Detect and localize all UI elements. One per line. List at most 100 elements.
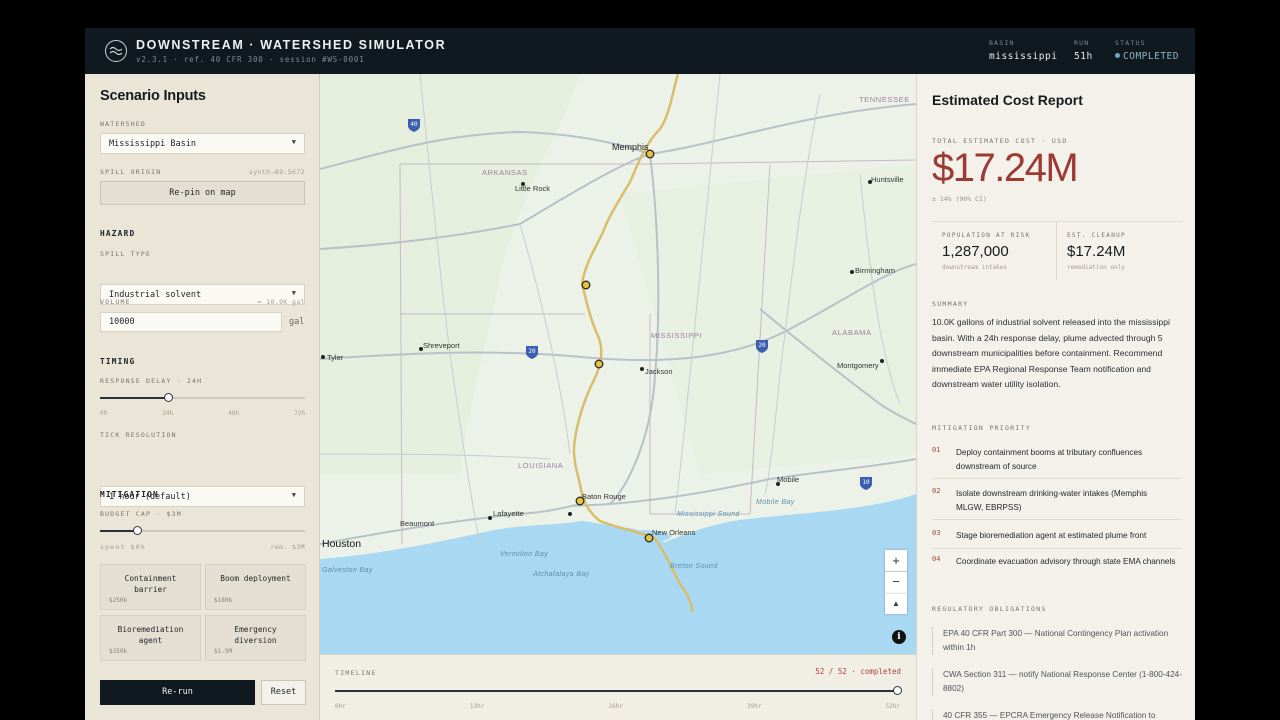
info-icon[interactable]: i: [892, 630, 906, 644]
repin-button[interactable]: Re-pin on map: [100, 181, 305, 205]
tick-label: 48h: [228, 410, 240, 417]
priority-number: 01: [932, 446, 941, 454]
timeline-panel: TIMELINE 52 / 52 · completed 0hr 13hr 26…: [320, 654, 916, 720]
city-label: Mobile: [777, 475, 800, 484]
state-label: TENNESSEE: [859, 95, 910, 104]
measure-price: $350k: [109, 648, 128, 655]
mitigation-priority-label: MITIGATION PRIORITY: [932, 424, 1032, 432]
timeline-scrubber[interactable]: [335, 686, 902, 695]
total-cost-value: $17.24M: [932, 146, 1079, 190]
plume-marker[interactable]: [594, 359, 604, 369]
app-window: DOWNSTREAM · WATERSHED SIMULATOR v2.3.1 …: [85, 28, 1195, 720]
measure-card[interactable]: Emergency diversion $1.5M: [205, 615, 306, 661]
measure-name: Boom deployment: [220, 574, 291, 583]
mitigation-section-title: MITIGATION: [100, 490, 159, 499]
panel-title: Scenario Inputs: [100, 88, 206, 104]
run-stat-value: 51h: [1074, 51, 1093, 62]
status-badge: COMPLETED: [1115, 51, 1179, 62]
city-label: Baton Rouge: [582, 492, 626, 501]
app-subtitle: v2.3.1 · ref. 40 CFR 300 · session #WS-0…: [136, 55, 365, 64]
plume-marker[interactable]: [581, 280, 591, 290]
population-value: 1,287,000: [942, 243, 1009, 260]
priority-number: 02: [932, 487, 941, 495]
city-label: Memphis: [612, 142, 649, 152]
summary-label: SUMMARY: [932, 300, 969, 308]
timeline-fill: [335, 690, 897, 692]
city-label: New Orleans: [652, 528, 696, 537]
highway-20-label: 20: [528, 348, 536, 355]
budget-cap-slider[interactable]: [100, 526, 305, 535]
response-delay-fill: [100, 397, 169, 399]
city-label: Montgomery: [837, 361, 879, 370]
tick-label: 24h: [162, 410, 174, 417]
budget-remaining: rem. $3M: [270, 543, 305, 551]
measure-card[interactable]: Boom deployment $180k: [205, 564, 306, 610]
chevron-down-icon: ▼: [291, 138, 296, 146]
budget-spent-row: spent $0k rem. $3M: [100, 543, 305, 551]
city-label: Shreveport: [423, 341, 460, 350]
basin-stat: BASIN mississippi: [989, 39, 1057, 62]
highway-10-label: 10: [862, 479, 870, 486]
map-view[interactable]: 40 20 20 10 TENNESSEE ARKANSAS MISSISSIP…: [320, 74, 916, 654]
measure-name: Bioremediation agent: [117, 625, 184, 645]
confidence-interval: ± 14% (90% CI): [932, 195, 987, 203]
budget-cap-handle[interactable]: [132, 526, 142, 535]
city-label: Birmingham: [855, 266, 896, 275]
volume-label-text: VOLUME: [100, 298, 131, 306]
budget-spent: spent $0k: [100, 543, 147, 551]
app-title: DOWNSTREAM · WATERSHED SIMULATOR: [136, 38, 447, 52]
measure-price: $250k: [109, 597, 128, 604]
app-header: DOWNSTREAM · WATERSHED SIMULATOR v2.3.1 …: [85, 28, 1195, 74]
highway-20-label: 20: [758, 342, 766, 349]
summary-text: 10.0K gallons of industrial solvent rele…: [932, 317, 1170, 389]
measure-name: Emergency diversion: [234, 625, 277, 645]
tick-resolution-label: TICK RESOLUTION: [100, 431, 177, 439]
measure-name: Containment barrier: [124, 574, 177, 594]
hazard-section-title: HAZARD: [100, 229, 136, 238]
compass-icon[interactable]: ▲: [885, 594, 907, 614]
priority-text: Isolate downstream drinking-water intake…: [956, 489, 1148, 512]
watershed-label: WATERSHED: [100, 120, 147, 128]
priority-text: Coordinate evacuation advisory through s…: [956, 557, 1176, 566]
priority-text: Stage bioremediation agent at estimated …: [956, 531, 1147, 540]
cleanup-sub: remediation only: [1067, 264, 1125, 271]
watershed-select[interactable]: Mississippi Basin ▼: [100, 133, 305, 154]
state-label: ARKANSAS: [482, 168, 528, 177]
city-label: Houston: [322, 538, 362, 550]
water-label: Atchafalaya Bay: [533, 571, 590, 578]
basin-stat-value: mississippi: [989, 51, 1058, 62]
spill-origin-label: SPILL ORIGIN synth—89.5672: [100, 168, 305, 176]
watershed-value: Mississippi Basin: [109, 139, 196, 149]
report-title: Estimated Cost Report: [932, 92, 1083, 108]
cleanup-value: $17.24M: [1067, 243, 1126, 260]
cost-report-panel: Estimated Cost Report TOTAL ESTIMATED CO…: [916, 74, 1195, 720]
response-delay-slider[interactable]: [100, 393, 305, 402]
population-label: POPULATION AT RISK: [942, 232, 1031, 239]
volume-input[interactable]: 10000: [100, 312, 282, 332]
priority-number: 03: [932, 529, 941, 537]
budget-cap-fill: [100, 530, 137, 532]
measure-card[interactable]: Bioremediation agent $350k: [100, 615, 201, 661]
water-label: Breton Sound: [670, 563, 718, 570]
rerun-button[interactable]: Re-run: [100, 680, 255, 705]
timeline-handle[interactable]: [893, 686, 902, 695]
priority-item: 02 Isolate downstream drinking-water inta…: [932, 487, 1182, 520]
obligation-item: CWA Section 311 — notify National Respon…: [932, 668, 1182, 696]
response-delay-label: RESPONSE DELAY · 24H: [100, 377, 203, 385]
volume-unit: gal: [289, 317, 305, 327]
tick-label: 52hr: [885, 703, 900, 710]
water-label: Mississippi Sound: [677, 511, 740, 518]
measure-card[interactable]: Containment barrier $250k: [100, 564, 201, 610]
response-delay-handle[interactable]: [164, 393, 174, 402]
zoom-in-button[interactable]: +: [885, 550, 907, 572]
state-label: ALABAMA: [832, 328, 872, 337]
spill-type-label: SPILL TYPE: [100, 250, 152, 258]
status-value: COMPLETED: [1123, 51, 1179, 62]
reset-button[interactable]: Reset: [261, 680, 306, 705]
obligation-item: EPA 40 CFR Part 300 — National Contingen…: [932, 627, 1182, 655]
tick-label: 0hr: [335, 703, 346, 710]
volume-label: VOLUME ≈ 10.0K gal: [100, 298, 305, 306]
city-label: Jackson: [645, 367, 673, 376]
zoom-out-button[interactable]: −: [885, 572, 907, 594]
priority-text: Deploy containment booms at tributary co…: [956, 448, 1143, 471]
